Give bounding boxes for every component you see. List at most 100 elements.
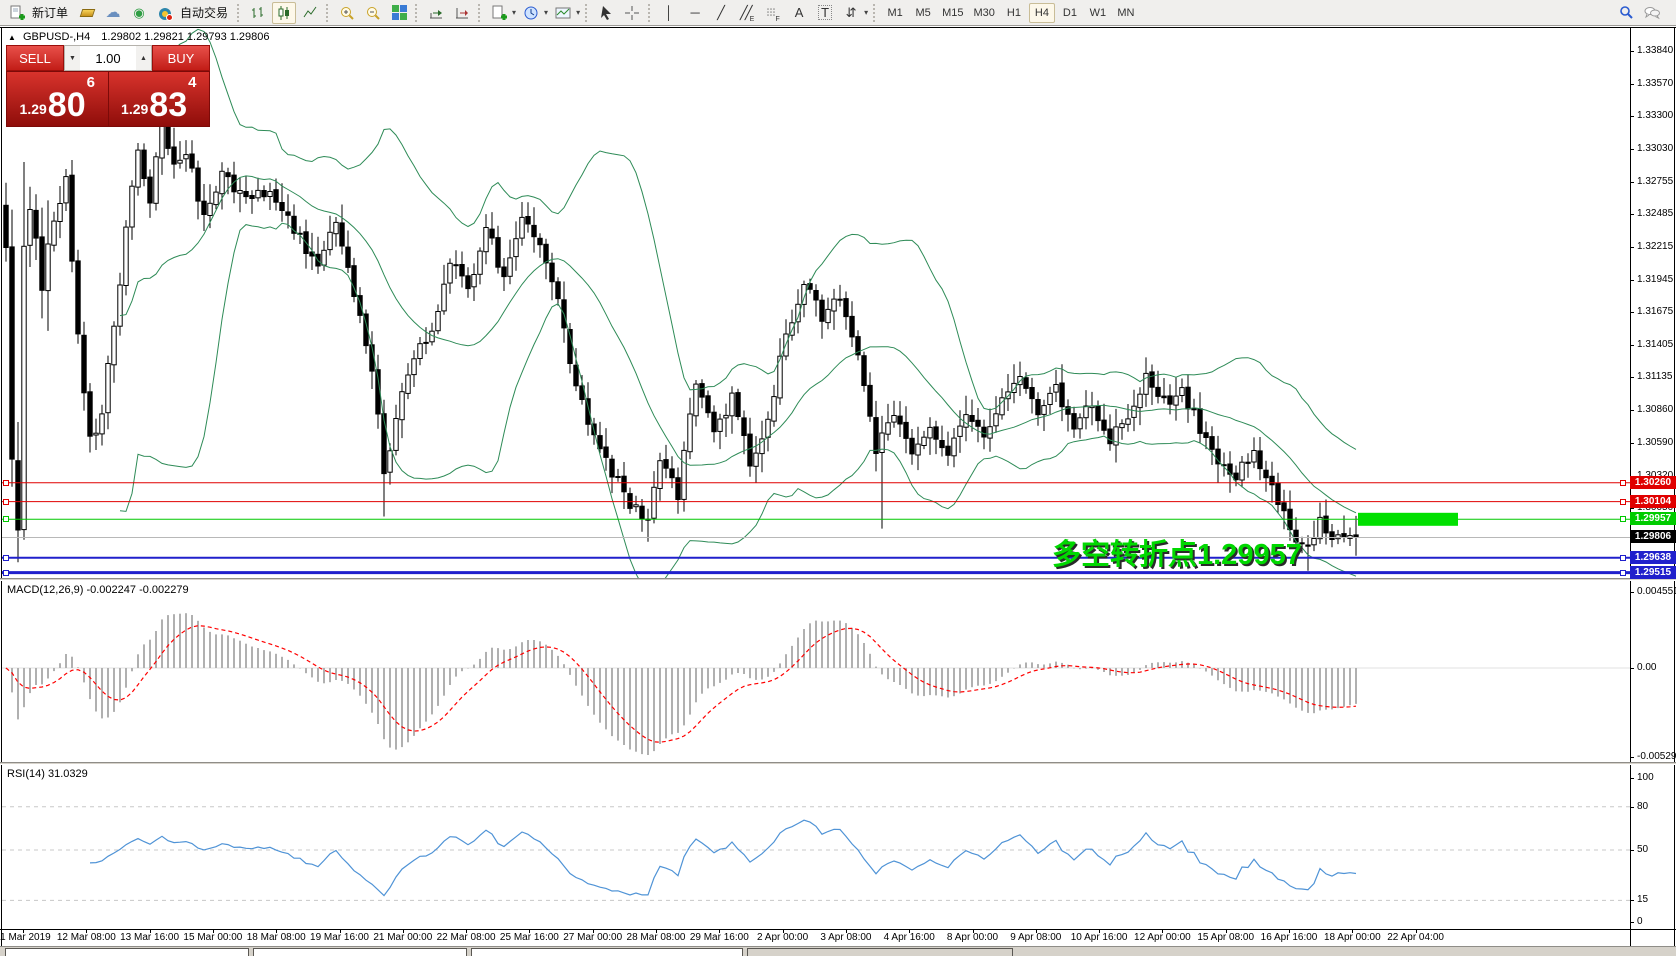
price-tick-label: 1.33570 [1637, 78, 1673, 89]
collapse-arrow-icon[interactable]: ▲ [8, 33, 16, 42]
timeframe-M15[interactable]: M15 [938, 3, 967, 23]
timeframe-M5[interactable]: M5 [910, 3, 936, 23]
line-chart-icon [302, 5, 318, 21]
timeframe-H4[interactable]: H4 [1029, 3, 1055, 23]
search-button[interactable] [1614, 2, 1638, 24]
chart-tab[interactable] [253, 948, 467, 956]
price-tick-label: 1.32485 [1637, 208, 1673, 219]
hline-endpoint[interactable] [1620, 480, 1626, 486]
chat-button[interactable] [1640, 2, 1664, 24]
sell-button[interactable]: SELL [6, 45, 64, 71]
chat-icon [1644, 5, 1660, 21]
volume-decrease-button[interactable]: ▼ [65, 46, 80, 70]
hline-endpoint[interactable] [3, 499, 9, 505]
date-label: 12 Apr 00:00 [1134, 932, 1191, 943]
hline-endpoint[interactable] [3, 570, 9, 576]
price-line-label: 1.30104 [1630, 495, 1676, 508]
macd-chart[interactable] [2, 581, 1630, 762]
autotrade-label[interactable]: 自动交易 [180, 4, 228, 21]
date-label: 28 Mar 08:00 [627, 932, 686, 943]
autotrade-button[interactable] [153, 2, 177, 24]
gold-symbol-button[interactable] [75, 2, 99, 24]
sell-price[interactable]: 1.29 80 6 [7, 72, 109, 126]
tile-windows-button[interactable] [387, 2, 411, 24]
cloud-button[interactable]: ☁ [101, 2, 125, 24]
fibonacci-tool[interactable]: ⋯⋯⋯ F [761, 2, 785, 24]
hline-endpoint[interactable] [1620, 516, 1626, 522]
date-label: 15 Apr 08:00 [1197, 932, 1254, 943]
chart-tab[interactable] [471, 948, 743, 956]
price-line-label: 1.30260 [1630, 476, 1676, 489]
hline-endpoint[interactable] [1620, 555, 1626, 561]
timeframe-MN[interactable]: MN [1113, 3, 1139, 23]
toolbar-grip [873, 4, 878, 22]
crosshair-button[interactable] [620, 2, 644, 24]
zoom-in-button[interactable] [335, 2, 359, 24]
timeframe-D1[interactable]: D1 [1057, 3, 1083, 23]
text-tool[interactable]: A [787, 2, 811, 24]
label-tool[interactable]: T [813, 2, 837, 24]
hline-endpoint[interactable] [3, 555, 9, 561]
volume-increase-button[interactable]: ▲ [136, 46, 151, 70]
templates-dropdown[interactable]: ▾ [576, 8, 580, 17]
line-chart-button[interactable] [298, 2, 322, 24]
templates-button[interactable] [551, 2, 575, 24]
signals-button[interactable]: ◉ [127, 2, 151, 24]
bar-chart-button[interactable] [246, 2, 270, 24]
search-icon [1618, 5, 1634, 21]
candlestick-chart-button[interactable] [272, 2, 296, 24]
timeframe-M1[interactable]: M1 [882, 3, 908, 23]
chart-ohlc-values: 1.29802 1.29821 1.29793 1.29806 [101, 31, 269, 43]
trendline-tool[interactable]: ╱ [709, 2, 733, 24]
buy-button[interactable]: BUY [152, 45, 210, 71]
channel-tool[interactable]: ╱╱ E [735, 2, 759, 24]
chart-tab[interactable] [5, 948, 249, 956]
timeframe-M30[interactable]: M30 [970, 3, 999, 23]
buy-price-prefix: 1.29 [121, 101, 148, 117]
trendline-icon: ╱ [717, 6, 725, 19]
price-tick-mark [1630, 443, 1634, 444]
price-tick-mark [1630, 182, 1634, 183]
macd-tick-mark [1630, 592, 1634, 593]
hline-endpoint[interactable] [1620, 499, 1626, 505]
auto-scroll-button[interactable] [424, 2, 448, 24]
turning-point-annotation[interactable]: 多空转折点1.29957 [1052, 531, 1302, 573]
zoom-out-button[interactable] [361, 2, 385, 24]
date-label: 12 Mar 08:00 [57, 932, 116, 943]
periods-button[interactable] [519, 2, 543, 24]
chart-shift-button[interactable] [450, 2, 474, 24]
zoom-out-icon [365, 5, 381, 21]
rsi-tick-mark [1630, 778, 1634, 779]
chart-tab[interactable] [747, 948, 1013, 956]
new-order-button[interactable] [5, 2, 29, 24]
timeframe-H1[interactable]: H1 [1001, 3, 1027, 23]
timeframe-W1[interactable]: W1 [1085, 3, 1111, 23]
hline-endpoint[interactable] [3, 480, 9, 486]
hline-endpoint[interactable] [3, 516, 9, 522]
vertical-line-tool[interactable]: │ [657, 2, 681, 24]
periods-dropdown[interactable]: ▾ [544, 8, 548, 17]
cursor-button[interactable] [594, 2, 618, 24]
signal-icon: ◉ [133, 6, 144, 19]
new-chart-dropdown[interactable]: ▾ [512, 8, 516, 17]
rsi-axis-label: 80 [1637, 801, 1648, 812]
rsi-tick-mark [1630, 850, 1634, 851]
rsi-chart[interactable] [2, 765, 1630, 928]
volume-value[interactable]: 1.00 [80, 46, 136, 70]
fibonacci-icon: ⋯⋯⋯ [766, 8, 775, 17]
hline-endpoint[interactable] [1620, 570, 1626, 576]
arrows-tool[interactable]: ⇵ [839, 2, 863, 24]
macd-axis-label: 0.00 [1637, 662, 1656, 673]
rsi-tick-mark [1630, 900, 1634, 901]
fibonacci-letter: F [775, 16, 779, 23]
price-tick-mark [1630, 280, 1634, 281]
new-order-label[interactable]: 新订单 [32, 4, 68, 21]
price-chart[interactable] [2, 27, 1630, 578]
price-line-label: 1.29957 [1630, 512, 1676, 525]
arrows-dropdown[interactable]: ▾ [864, 8, 868, 17]
buy-price[interactable]: 1.29 83 4 [109, 72, 210, 126]
new-chart-button[interactable] [487, 2, 511, 24]
date-label: 22 Apr 04:00 [1387, 932, 1444, 943]
horizontal-line-tool[interactable]: ─ [683, 2, 707, 24]
price-tick-mark [1630, 149, 1634, 150]
